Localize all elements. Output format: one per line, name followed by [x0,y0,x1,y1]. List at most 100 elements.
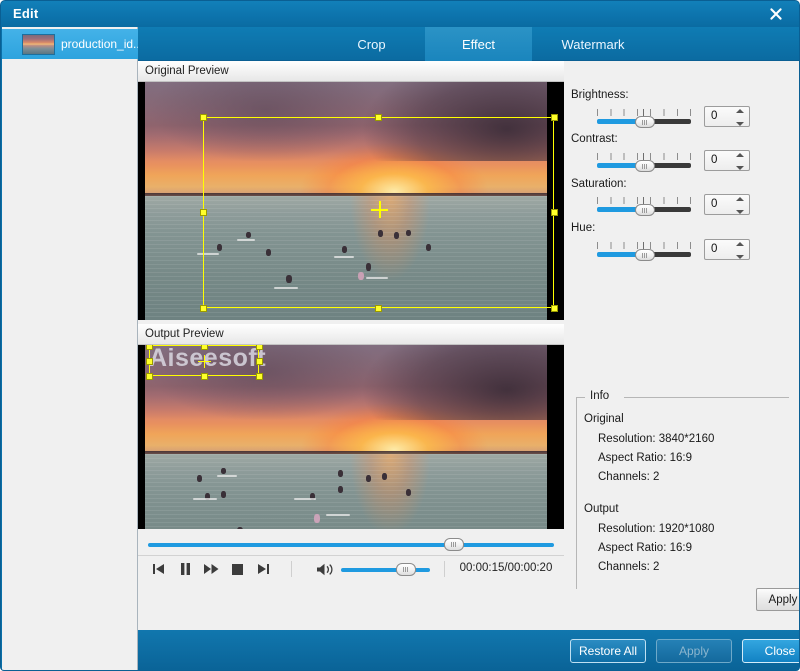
surfboard [366,277,389,280]
next-frame-button[interactable] [253,560,273,578]
surfer-figure [366,262,372,271]
seek-slider[interactable] [148,538,554,552]
surfboard [293,497,316,500]
volume-button[interactable] [314,560,338,578]
crop-handle-bottom-right[interactable] [551,305,558,312]
watermark-handle-top-center[interactable] [201,345,208,350]
hue-slider-thumb[interactable] [635,249,655,261]
info-output-channels: Channels: 2 [598,561,660,573]
crop-center-crosshair-icon[interactable] [371,201,388,218]
fast-forward-button[interactable] [201,560,221,578]
watermark-handle-top-left[interactable] [146,345,153,350]
original-preview-video[interactable] [138,82,564,320]
seek-thumb[interactable] [444,538,464,551]
contrast-slider[interactable] [596,153,692,172]
slider-ticks [597,197,691,204]
crop-handle-bottom-left[interactable] [200,305,207,312]
grip-icon [642,119,648,125]
tab-watermark[interactable]: Watermark [532,27,654,61]
crop-handle-middle-left[interactable] [200,209,207,216]
divider [444,561,445,577]
surfboard [325,513,350,516]
chevron-down-icon[interactable] [736,255,744,259]
apply-to-all-button[interactable]: Apply to All [756,588,799,611]
apply-button[interactable]: Apply [656,639,732,663]
chevron-up-icon[interactable] [736,109,744,113]
tab-crop[interactable]: Crop [318,27,425,61]
hue-label: Hue: [571,222,596,234]
info-output-header: Output [584,503,619,515]
contrast-stepper[interactable]: 0 [704,150,750,171]
watermark-handle-bottom-center[interactable] [201,373,208,380]
brightness-label: Brightness: [571,89,629,101]
watermark-handle-bottom-right[interactable] [256,373,263,380]
chevron-up-icon[interactable] [736,153,744,157]
brightness-slider-thumb[interactable] [635,116,655,128]
volume-track[interactable] [341,568,430,572]
chevron-up-icon[interactable] [736,242,744,246]
pause-icon [180,563,190,575]
previous-frame-button[interactable] [148,560,168,578]
surfboard [237,239,256,242]
watermark-center-crosshair-icon[interactable] [198,355,211,368]
watermark-handle-top-right[interactable] [256,345,263,350]
hue-stepper-arrows[interactable] [736,242,745,259]
surfer-figure [406,488,412,496]
volume-thumb[interactable] [396,563,416,576]
saturation-label: Saturation: [571,178,627,190]
chevron-down-icon[interactable] [736,210,744,214]
grip-icon [642,252,648,258]
crop-handle-top-left[interactable] [200,114,207,121]
contrast-slider-thumb[interactable] [635,160,655,172]
hue-stepper[interactable]: 0 [704,239,750,260]
info-output-aspect-ratio: Aspect Ratio: 16:9 [598,542,692,554]
crop-handle-bottom-center[interactable] [375,305,382,312]
surfboard [193,497,218,500]
watermark-handle-middle-right[interactable] [256,358,263,365]
hue-row: 0 [564,239,799,263]
sidebar-item-production-id[interactable]: production_id... [2,29,138,59]
restore-all-button[interactable]: Restore All [570,639,646,663]
saturation-stepper-arrows[interactable] [736,197,745,214]
time-display: 00:00:15/00:00:20 [459,562,553,574]
chevron-down-icon[interactable] [736,122,744,126]
tab-bar: Crop Effect Watermark [138,27,799,61]
info-original-header: Original [584,413,624,425]
pause-button[interactable] [175,560,195,578]
close-window-button[interactable] [759,3,793,25]
watermark-handle-middle-left[interactable] [146,358,153,365]
crop-handle-top-center[interactable] [375,114,382,121]
close-button[interactable]: Close [742,639,799,663]
stop-button[interactable] [227,560,247,578]
stop-icon [231,563,243,575]
surfer-figure [394,231,400,239]
surfer-figure [426,243,432,251]
surfer-figure [382,472,388,480]
saturation-slider-thumb[interactable] [635,204,655,216]
surfer-figure [341,246,347,254]
surfer-figure [366,474,372,482]
contrast-row: 0 [564,150,799,174]
brightness-stepper-arrows[interactable] [736,109,745,126]
crop-handle-middle-right[interactable] [551,209,558,216]
chevron-up-icon[interactable] [736,197,744,201]
info-original-aspect-ratio: Aspect Ratio: 16:9 [598,452,692,464]
grip-icon [451,542,457,547]
hue-slider[interactable] [596,242,692,261]
saturation-stepper[interactable]: 0 [704,194,750,215]
saturation-slider[interactable] [596,197,692,216]
brightness-stepper[interactable]: 0 [704,106,750,127]
crop-handle-top-right[interactable] [551,114,558,121]
surfer-figure [265,248,271,256]
brightness-slider[interactable] [596,109,692,128]
group-border [576,397,585,398]
fast-forward-icon [203,564,218,574]
contrast-stepper-arrows[interactable] [736,153,745,170]
original-preview-title: Original Preview [138,61,564,82]
info-original-resolution: Resolution: 3840*2160 [598,433,715,445]
tab-effect[interactable]: Effect [425,27,532,61]
surfer-figure [378,229,384,237]
file-list-sidebar: production_id... [2,27,138,670]
watermark-handle-bottom-left[interactable] [146,373,153,380]
chevron-down-icon[interactable] [736,166,744,170]
